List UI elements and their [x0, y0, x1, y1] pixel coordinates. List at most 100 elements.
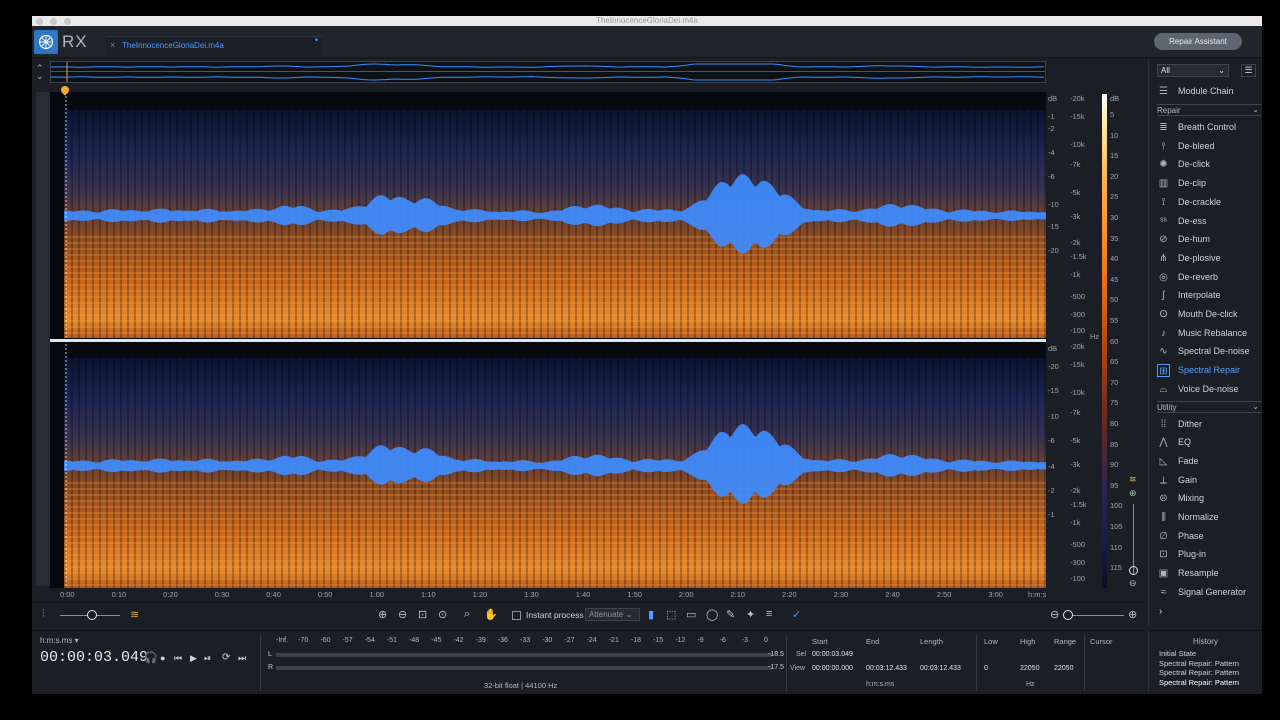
- start-header: Start: [812, 637, 828, 646]
- waveform-zoom-icon[interactable]: ≋: [1129, 474, 1137, 485]
- waveform-overview[interactable]: [50, 61, 1046, 83]
- repair-section-header[interactable]: Repair ⌄: [1157, 104, 1261, 116]
- time-format-dropdown[interactable]: h:m:s.ms ▾: [40, 636, 79, 645]
- module-signal-generator[interactable]: ≈ Signal Generator: [1157, 585, 1261, 603]
- module-de-bleed[interactable]: ⫯ De-bleed: [1157, 139, 1261, 157]
- collapse-overview-icon[interactable]: ⌃ ⌄: [36, 64, 44, 81]
- module-fade[interactable]: ◺ Fade: [1157, 454, 1261, 472]
- module-de-hum[interactable]: ⊘ De-hum: [1157, 232, 1261, 250]
- time-select-icon[interactable]: ▮: [648, 608, 654, 621]
- module-phase[interactable]: ∅ Phase: [1157, 529, 1261, 547]
- module-de-crackle[interactable]: ⟟ De-crackle: [1157, 195, 1261, 213]
- panel-menu-icon[interactable]: ☰: [1241, 64, 1256, 77]
- module-de-ess[interactable]: ˢˢ De-ess: [1157, 214, 1261, 232]
- zoom-out-icon[interactable]: ⊖: [398, 608, 407, 621]
- module-de-hum-label: De-hum: [1178, 234, 1211, 245]
- view-start-field[interactable]: 00:00:00.000: [812, 665, 853, 672]
- module-spectral-repair-icon: ⊞: [1157, 364, 1170, 378]
- end-icon[interactable]: ⏭: [238, 653, 246, 664]
- module-music-rebalance[interactable]: ♪ Music Rebalance: [1157, 326, 1261, 344]
- zoom-in-icon[interactable]: ⊕: [378, 608, 387, 621]
- db-tick: -2: [1048, 486, 1055, 495]
- view-end-field[interactable]: 00:03:12.433: [866, 665, 907, 672]
- zoom-selection-icon[interactable]: ⊡: [418, 608, 427, 621]
- record-icon[interactable]: ●: [160, 653, 165, 663]
- module-chain-item[interactable]: ☰ Module Chain: [1157, 84, 1261, 102]
- headphones-icon[interactable]: 🎧: [144, 651, 158, 664]
- low-field[interactable]: 0: [984, 665, 988, 672]
- zoom-fit-icon[interactable]: ⊙: [438, 608, 447, 621]
- magnify-icon[interactable]: ⌕: [464, 608, 470, 621]
- time-tick: 2:40: [885, 590, 900, 599]
- history-item[interactable]: Initial State: [1159, 649, 1196, 658]
- module-gain[interactable]: ⟂ Gain: [1157, 473, 1261, 491]
- high-field[interactable]: 22050: [1020, 665, 1039, 672]
- repair-assistant-button[interactable]: Repair Assistant: [1154, 33, 1242, 50]
- lasso-icon[interactable]: ◯: [706, 608, 718, 621]
- harmonic-icon[interactable]: ≡: [766, 608, 772, 620]
- horizontal-zoom-slider[interactable]: [1066, 615, 1124, 616]
- module-plug-in[interactable]: ⊡ Plug-in: [1157, 547, 1261, 565]
- range-field[interactable]: 22050: [1054, 665, 1073, 672]
- module-de-reverb[interactable]: ◎ De-reverb: [1157, 270, 1261, 288]
- history-item[interactable]: Spectral Repair: Pattern: [1159, 659, 1239, 668]
- file-tab-label: TheInnocenceGloriaDei.m4a: [122, 41, 224, 50]
- colorbar-tick: 60: [1110, 336, 1119, 346]
- vertical-zoom-handle[interactable]: [1129, 566, 1138, 575]
- attenuate-dropdown[interactable]: Attenuate ⌄: [585, 608, 640, 621]
- zoom-in-vertical-icon[interactable]: ⊕: [1129, 488, 1137, 499]
- spectrogram-toggle-icon[interactable]: ≋: [130, 608, 139, 621]
- low-header: Low: [984, 637, 998, 646]
- close-tab-icon[interactable]: ×: [110, 40, 115, 50]
- spectrogram-view[interactable]: L R: [50, 92, 1046, 588]
- module-de-clip[interactable]: ▥ De-clip: [1157, 176, 1261, 194]
- module-spectral-de-noise[interactable]: ∿ Spectral De-noise: [1157, 344, 1261, 362]
- magic-wand-icon[interactable]: ✦: [746, 608, 755, 621]
- colorbar-tick: 75: [1110, 398, 1119, 408]
- file-tab[interactable]: × TheInnocenceGloriaDei.m4a •: [106, 35, 322, 56]
- module-mixing[interactable]: ⊜ Mixing: [1157, 491, 1261, 509]
- module-filter-dropdown[interactable]: All ⌄: [1157, 64, 1229, 77]
- freq-select-icon[interactable]: ▭: [686, 608, 696, 621]
- instant-process-checkbox[interactable]: [512, 611, 521, 620]
- zoom-out-vertical-icon[interactable]: ⊖: [1129, 578, 1137, 589]
- module-de-click[interactable]: ✺ De-click: [1157, 157, 1261, 175]
- high-header: High: [1020, 637, 1036, 646]
- module-interpolate[interactable]: ʃ Interpolate: [1157, 288, 1261, 306]
- module-dither[interactable]: ⁞⁞ Dither: [1157, 417, 1261, 435]
- loop-icon[interactable]: ⟳: [222, 652, 230, 663]
- module-mouth-de-click[interactable]: ʘ Mouth De-click: [1157, 307, 1261, 325]
- history-item[interactable]: Spectral Repair: Pattern: [1159, 668, 1239, 677]
- module-interpolate-label: Interpolate: [1178, 290, 1221, 301]
- play-selection-icon[interactable]: ⏯: [204, 653, 211, 664]
- rect-select-icon[interactable]: ⬚: [666, 608, 676, 621]
- module-resample[interactable]: ▣ Resample: [1157, 566, 1261, 584]
- rewind-icon[interactable]: ⏮: [174, 653, 182, 664]
- history-item[interactable]: Spectral Repair: Pattern: [1159, 678, 1239, 687]
- utility-section-header[interactable]: Utility ⌄: [1157, 400, 1261, 413]
- play-icon[interactable]: ▶: [190, 653, 197, 664]
- waveform-toggle-icon[interactable]: ⫶: [42, 608, 45, 621]
- horizontal-zoom-handle[interactable]: [1063, 610, 1073, 620]
- module-de-plosive[interactable]: ⋔ De-plosive: [1157, 251, 1261, 269]
- zoom-in-horizontal-icon[interactable]: ⊕: [1128, 608, 1137, 621]
- brush-icon[interactable]: ✎: [726, 608, 735, 621]
- module-breath-control[interactable]: ≣ Breath Control: [1157, 120, 1261, 138]
- channel-right[interactable]: R: [50, 342, 1046, 588]
- view-length-field[interactable]: 00:03:12.433: [920, 665, 961, 672]
- zoom-out-horizontal-icon[interactable]: ⊖: [1050, 608, 1059, 621]
- freq-tick-right: -7k: [1070, 408, 1081, 417]
- chevron-right-icon[interactable]: ›: [1159, 606, 1162, 617]
- channel-left[interactable]: L: [50, 92, 1046, 340]
- module-voice-de-noise[interactable]: ⌓ Voice De-noise: [1157, 382, 1261, 400]
- sel-start-field[interactable]: 00:00:03.049: [812, 651, 853, 658]
- hand-icon[interactable]: ✋: [484, 608, 498, 621]
- colorbar-tick: 5: [1110, 110, 1115, 119]
- window-title: TheInnocenceGloriaDei.m4a: [596, 16, 698, 25]
- module-spectral-repair[interactable]: ⊞ Spectral Repair: [1157, 363, 1261, 381]
- module-eq[interactable]: ⋀ EQ: [1157, 435, 1261, 453]
- module-normalize[interactable]: ⫼ Normalize: [1157, 510, 1261, 528]
- vertical-zoom-slider[interactable]: [1133, 504, 1134, 574]
- display-slider-handle[interactable]: [87, 610, 97, 620]
- spectral-repair-icon[interactable]: ✓: [792, 608, 801, 621]
